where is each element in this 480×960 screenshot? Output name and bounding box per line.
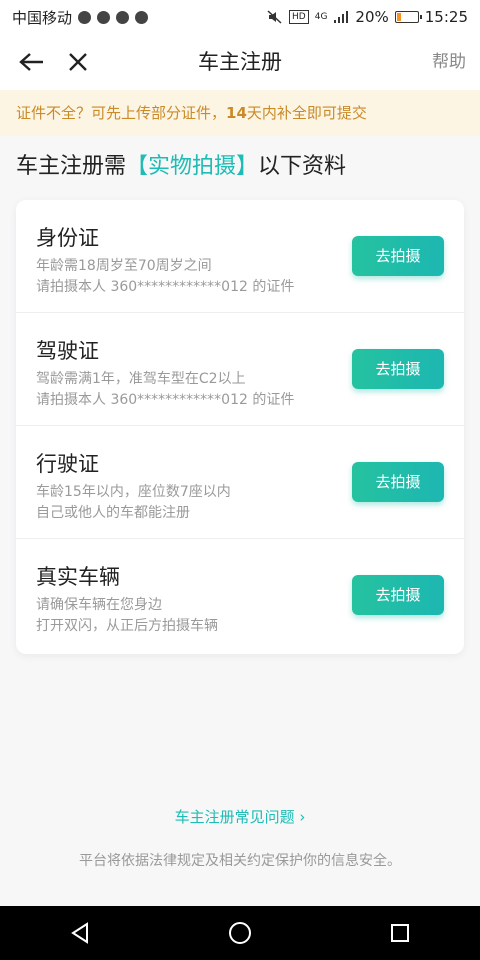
row-desc-line2: 请拍摄本人 360************012 的证件 [36, 392, 295, 408]
take-photo-vehicle-license-button[interactable]: 去拍摄 [352, 462, 444, 502]
status-left: 中国移动 [12, 7, 149, 28]
back-icon[interactable] [14, 44, 50, 80]
section-suffix: 以下资料 [258, 154, 347, 179]
notice-text-before: 证件不全？可先上传部分证件， [16, 104, 227, 122]
hd-icon: HD [289, 10, 309, 24]
row-desc-line1: 请确保车辆在您身边 [36, 597, 162, 613]
faq-link[interactable]: 车主注册常见问题 › [0, 806, 480, 827]
close-icon[interactable] [60, 44, 96, 80]
row-description: 年龄需18周岁至70周岁之间 请拍摄本人 360************012 … [36, 256, 294, 298]
section-prefix: 车主注册需 [16, 154, 127, 179]
notice-text-after: 天内补全即可提交 [246, 104, 367, 122]
take-photo-driver-license-button[interactable]: 去拍摄 [352, 349, 444, 389]
row-desc-line1: 车龄15年以内，座位数7座以内 [36, 484, 231, 500]
help-button[interactable]: 帮助 [432, 34, 466, 90]
row-description: 请确保车辆在您身边 打开双闪，从正后方拍摄车辆 [36, 595, 218, 637]
battery-percent: 20% [355, 8, 389, 26]
row-desc-line2: 请拍摄本人 360************012 的证件 [36, 279, 295, 295]
message-notification-icon [135, 10, 149, 24]
clock: 15:25 [424, 8, 468, 26]
notice-days: 14 [226, 104, 247, 122]
section-highlight: 【实物拍摄】 [126, 154, 259, 179]
status-bar: 中国移动 HD 4G 20% 15:25 [0, 0, 480, 34]
row-desc-line1: 驾龄需满1年，准驾车型在C2以上 [36, 371, 246, 387]
requirements-card: 身份证 年龄需18周岁至70周岁之间 请拍摄本人 360************… [16, 200, 464, 654]
carrier-label: 中国移动 [12, 8, 73, 27]
section-title: 车主注册需【实物拍摄】以下资料 [16, 150, 346, 184]
nav-back-icon[interactable] [60, 913, 100, 953]
app-notification-icon [78, 10, 92, 24]
row-title: 行驶证 [36, 452, 99, 476]
row-description: 车龄15年以内，座位数7座以内 自己或他人的车都能注册 [36, 482, 231, 524]
browser-notification-icon [97, 10, 111, 24]
battery-icon [394, 11, 422, 23]
system-nav-bar [0, 906, 480, 960]
take-photo-real-vehicle-button[interactable]: 去拍摄 [352, 575, 444, 615]
row-title: 身份证 [36, 226, 99, 250]
row-desc-line1: 年龄需18周岁至70周岁之间 [36, 258, 212, 274]
network-type: 4G [314, 12, 328, 22]
privacy-note: 平台将依据法律规定及相关约定保护你的信息安全。 [79, 853, 401, 869]
row-title: 驾驶证 [36, 339, 99, 363]
signal-icon [334, 11, 349, 23]
nav-home-icon[interactable] [220, 913, 260, 953]
status-right: HD 4G 20% 15:25 [267, 8, 468, 26]
map-notification-icon [116, 10, 130, 24]
take-photo-id-card-button[interactable]: 去拍摄 [352, 236, 444, 276]
vehicle-license-row: 行驶证 车龄15年以内，座位数7座以内 自己或他人的车都能注册 去拍摄 [16, 426, 464, 539]
row-desc-line2: 打开双闪，从正后方拍摄车辆 [36, 618, 218, 634]
mute-icon [267, 10, 282, 24]
nav-recents-icon[interactable] [380, 913, 420, 953]
row-description: 驾龄需满1年，准驾车型在C2以上 请拍摄本人 360************01… [36, 369, 294, 411]
row-title: 真实车辆 [36, 565, 120, 589]
row-desc-line2: 自己或他人的车都能注册 [36, 505, 190, 521]
real-vehicle-row: 真实车辆 请确保车辆在您身边 打开双闪，从正后方拍摄车辆 去拍摄 [16, 539, 464, 652]
driver-license-row: 驾驶证 驾龄需满1年，准驾车型在C2以上 请拍摄本人 360**********… [16, 313, 464, 426]
app-header: 车主注册 帮助 [0, 34, 480, 90]
notice-banner: 证件不全？可先上传部分证件，14天内补全即可提交 [0, 90, 480, 136]
id-card-row: 身份证 年龄需18周岁至70周岁之间 请拍摄本人 360************… [16, 200, 464, 313]
